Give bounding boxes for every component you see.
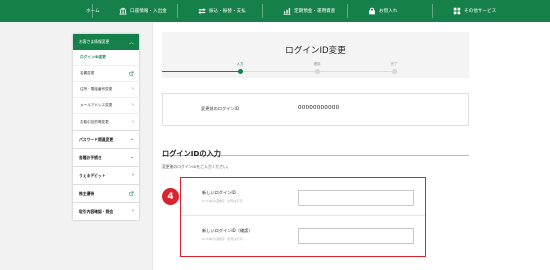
step-number-badge: 4 bbox=[162, 188, 179, 205]
sidebar-item-label: 各種お手続き bbox=[79, 154, 102, 160]
confirm-login-id-hint: 6〜16桁の英数字（記号は不可） bbox=[202, 237, 246, 241]
section-heading: ログインIDの入力 bbox=[162, 149, 221, 158]
current-login-id-box: 変更前のログインID 00000000000 bbox=[162, 93, 469, 126]
sidebar-section-customer-info[interactable]: お客さま情報変更 ︿ bbox=[73, 34, 139, 50]
nav-account[interactable]: 口座情報・入出金 bbox=[93, 0, 177, 22]
current-login-id-label: 変更前のログインID bbox=[201, 106, 239, 111]
nav-savings-label: 定期預金・運用資産 bbox=[294, 9, 336, 14]
nav-transfer-label: 振込・振替・支払 bbox=[209, 9, 246, 14]
sidebar-item-label: 取引内容確認・照会 bbox=[79, 208, 114, 214]
confirm-login-id-input[interactable] bbox=[298, 228, 414, 244]
step-dot-complete bbox=[392, 69, 397, 74]
nav-account-label: 口座情報・入出金 bbox=[130, 9, 167, 14]
loan-icon bbox=[369, 7, 375, 15]
sidebar-item-address-change[interactable]: 住所・電話番号変更 › bbox=[73, 82, 139, 98]
external-link-icon bbox=[129, 71, 134, 76]
sidebar-section-label: お客さま情報変更 bbox=[79, 39, 110, 44]
step-dot-input bbox=[238, 69, 243, 74]
confirm-login-id-label: 新しいログインID（確認） bbox=[202, 228, 253, 233]
sidebar-item-email-change[interactable]: メールアドレス変更 › bbox=[73, 98, 139, 114]
sidebar-item-transaction-history[interactable]: 取引内容確認・照会 › bbox=[73, 202, 139, 220]
chevron-right-icon: › bbox=[131, 172, 134, 178]
chevron-down-icon: ⌄ bbox=[129, 154, 134, 160]
sidebar-item-label: うぇるデビット bbox=[79, 172, 106, 178]
sidebar-item-login-id-change[interactable]: ログインID変更 bbox=[73, 50, 139, 66]
sidebar-item-label: 名義変更 bbox=[80, 71, 95, 75]
nav-savings[interactable]: 定期預金・運用資産 bbox=[263, 0, 347, 22]
new-login-id-hint: 6〜16桁の英数字（記号は不可） bbox=[202, 199, 246, 203]
new-login-id-row: 新しいログインID 6〜16桁の英数字（記号は不可） bbox=[181, 178, 425, 216]
sidebar-item-label: メールアドレス変更 bbox=[80, 103, 113, 107]
sidebar-item-debit[interactable]: うぇるデビット › bbox=[73, 166, 139, 184]
chevron-right-icon: › bbox=[132, 102, 134, 108]
step-dot-confirm bbox=[315, 69, 320, 74]
page-title: ログインID変更 bbox=[285, 46, 346, 56]
sidebar-item-purpose-change[interactable]: お取引目的等変更 › bbox=[73, 114, 139, 130]
instruction-text: 変更後のログインIDをご入力ください。 bbox=[162, 164, 231, 169]
sidebar-item-procedures[interactable]: 各種お手続き ⌄ bbox=[73, 148, 139, 166]
new-login-id-form: 新しいログインID 6〜16桁の英数字（記号は不可） 新しいログインID（確認）… bbox=[180, 177, 426, 257]
current-login-id-value: 00000000000 bbox=[298, 105, 340, 111]
step-label-input: 入力 bbox=[236, 62, 244, 66]
sidebar-item-password[interactable]: パスワード関連変更 ⌄ bbox=[73, 130, 139, 148]
chevron-right-icon: › bbox=[132, 86, 134, 92]
sidebar-item-label: お取引目的等変更 bbox=[80, 119, 109, 124]
chevron-up-icon: ︿ bbox=[128, 39, 134, 46]
step-progress-fill bbox=[162, 71, 240, 72]
sidebar-item-label: 住所・電話番号変更 bbox=[80, 87, 113, 91]
sidebar-item-name-change[interactable]: 名義変更 bbox=[73, 66, 139, 82]
new-login-id-label: 新しいログインID bbox=[202, 190, 236, 195]
nav-loan[interactable]: お借入れ bbox=[348, 0, 432, 22]
bank-icon bbox=[119, 7, 127, 15]
nav-other-label: その他サービス bbox=[464, 9, 497, 14]
savings-icon bbox=[283, 7, 291, 15]
nav-other[interactable]: その他サービス bbox=[433, 0, 517, 22]
sidebar-item-label: 株主優待 bbox=[79, 190, 95, 196]
chevron-right-icon: › bbox=[132, 118, 134, 125]
step-label-complete: 完了 bbox=[390, 62, 398, 66]
chevron-down-icon: ⌄ bbox=[129, 136, 134, 142]
sidebar-item-label: ログインID変更 bbox=[80, 55, 106, 59]
new-login-id-input[interactable] bbox=[298, 190, 414, 206]
confirm-login-id-row: 新しいログインID（確認） 6〜16桁の英数字（記号は不可） bbox=[181, 216, 425, 254]
nav-loan-label: お借入れ bbox=[379, 9, 398, 14]
sidebar-item-label: パスワード関連変更 bbox=[79, 136, 114, 142]
column-divider bbox=[152, 22, 153, 270]
page-header: ログインID変更 入力 確認 完了 bbox=[162, 32, 469, 78]
nav-transfer[interactable]: 振込・振替・支払 bbox=[178, 0, 262, 22]
grid-icon bbox=[453, 7, 461, 15]
step-label-confirm: 確認 bbox=[313, 62, 321, 66]
sidebar-item-shareholder[interactable]: 株主優待 bbox=[73, 184, 139, 202]
section-heading-container: ログインIDの入力 bbox=[162, 141, 469, 158]
sidebar-menu: お客さま情報変更 ︿ ログインID変更 名義変更 住所・電話番号変更 › メール… bbox=[73, 34, 139, 220]
top-nav-bar: ホーム 口座情報・入出金 振込・振替・支払 定期預金・運用資産 お借入れ その他… bbox=[0, 0, 550, 22]
transfer-icon bbox=[198, 7, 206, 15]
chevron-right-icon: › bbox=[131, 208, 134, 214]
nav-home[interactable]: ホーム bbox=[0, 0, 100, 22]
external-link-icon bbox=[129, 191, 134, 196]
